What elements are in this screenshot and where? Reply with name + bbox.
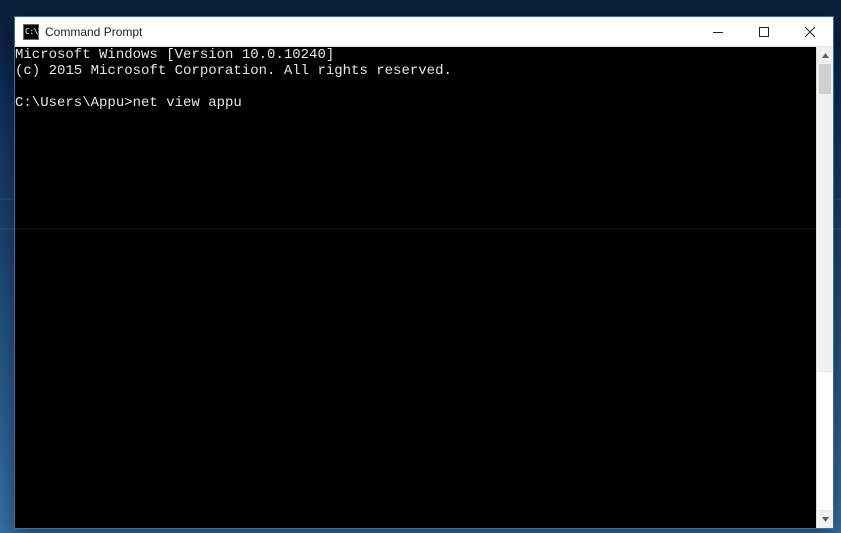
terminal-line: C:\Users\Appu>net view appu xyxy=(15,95,816,111)
titlebar[interactable]: Command Prompt xyxy=(15,17,833,47)
command-prompt-icon xyxy=(23,24,39,40)
terminal-line: (c) 2015 Microsoft Corporation. All righ… xyxy=(15,63,816,79)
close-button[interactable] xyxy=(787,17,833,47)
scroll-down-button[interactable] xyxy=(817,511,833,528)
maximize-button[interactable] xyxy=(741,17,787,47)
minimize-button[interactable] xyxy=(695,17,741,47)
scrollbar-gap xyxy=(817,371,833,511)
minimize-icon xyxy=(713,27,723,37)
terminal-area[interactable]: Microsoft Windows [Version 10.0.10240](c… xyxy=(15,47,816,528)
window-client-area: Microsoft Windows [Version 10.0.10240](c… xyxy=(15,47,833,528)
window-title: Command Prompt xyxy=(45,25,142,39)
scrollbar-track[interactable] xyxy=(817,64,833,371)
chevron-up-icon xyxy=(821,51,830,60)
terminal-line: Microsoft Windows [Version 10.0.10240] xyxy=(15,47,816,63)
maximize-icon xyxy=(759,27,769,37)
terminal-output: Microsoft Windows [Version 10.0.10240](c… xyxy=(15,47,816,111)
vertical-scrollbar[interactable] xyxy=(816,47,833,528)
scroll-up-button[interactable] xyxy=(817,47,833,64)
chevron-down-icon xyxy=(821,515,830,524)
command-prompt-window: Command Prompt Microsoft Windows [Versio… xyxy=(14,16,834,529)
terminal-line xyxy=(15,79,816,95)
close-icon xyxy=(805,27,815,37)
scrollbar-thumb[interactable] xyxy=(819,64,831,94)
